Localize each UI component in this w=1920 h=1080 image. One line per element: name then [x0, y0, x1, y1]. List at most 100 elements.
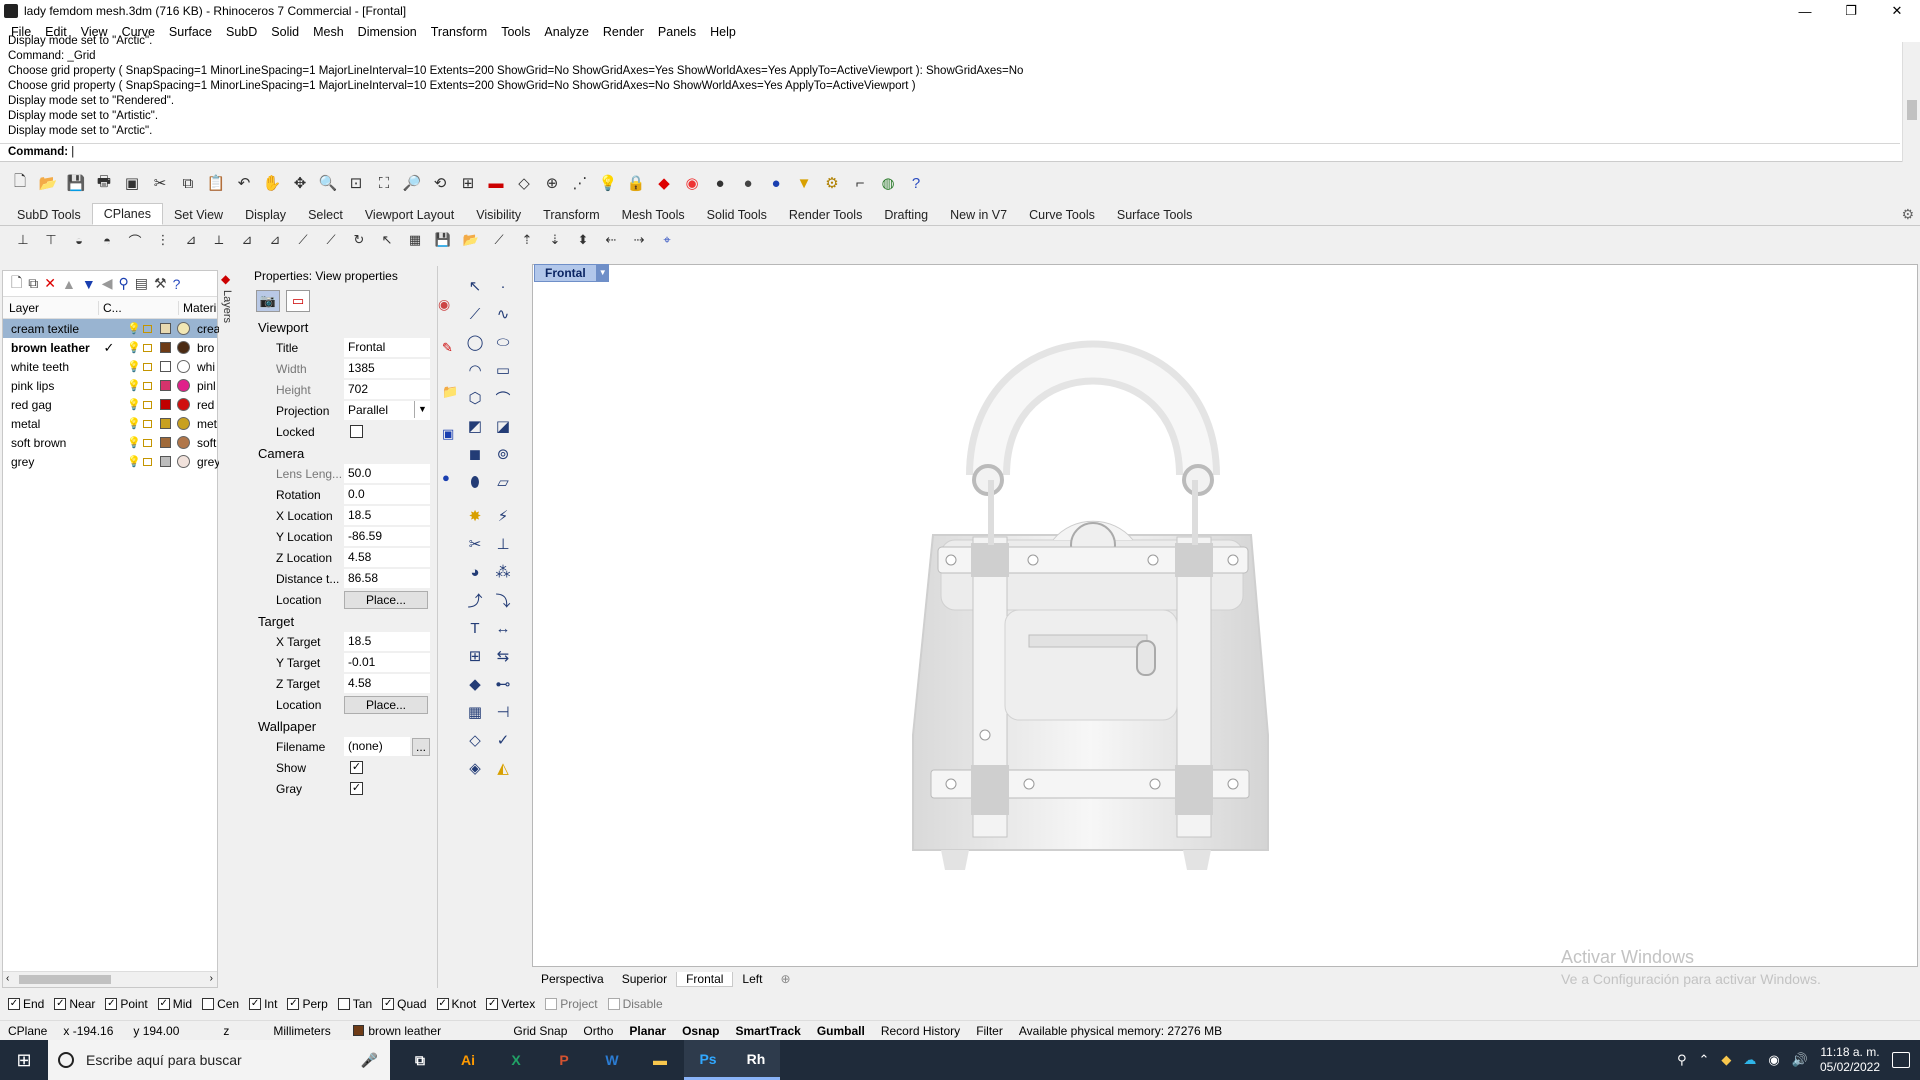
- layer-name[interactable]: brown leather: [3, 341, 99, 355]
- osnap-checkbox[interactable]: ✓: [8, 998, 20, 1010]
- osnap-project[interactable]: Project: [545, 997, 598, 1011]
- light-bulb-icon[interactable]: 💡: [127, 379, 141, 392]
- osnap-checkbox[interactable]: ✓: [105, 998, 118, 1010]
- material-ball-icon[interactable]: [177, 322, 190, 335]
- handbag-model[interactable]: [533, 265, 1917, 966]
- osnap-checkbox[interactable]: ✓: [157, 998, 170, 1010]
- filter-toggle[interactable]: Filter: [968, 1024, 1011, 1038]
- tab-display[interactable]: Display: [234, 205, 297, 225]
- grid-array-icon[interactable]: ▦: [463, 700, 487, 724]
- unlock-icon[interactable]: [143, 401, 152, 409]
- layer-row[interactable]: grey 💡 grey: [3, 452, 219, 471]
- move-parent-icon[interactable]: ◀: [102, 275, 113, 292]
- layer-name[interactable]: cream textile: [3, 322, 99, 336]
- paste-icon[interactable]: 📋: [204, 171, 228, 195]
- place-camera-button[interactable]: Place...: [344, 590, 428, 609]
- light-bulb-icon[interactable]: 💡: [127, 341, 141, 354]
- layer-name[interactable]: pink lips: [3, 379, 99, 393]
- add-viewport-icon[interactable]: ⊕: [771, 972, 799, 986]
- explode-icon[interactable]: ✸: [463, 504, 487, 528]
- osnap-toggle[interactable]: Osnap: [674, 1024, 727, 1038]
- cut-icon[interactable]: ✂: [148, 171, 172, 195]
- cplane-save-icon[interactable]: 💾: [430, 229, 456, 251]
- excel-icon[interactable]: X: [492, 1040, 540, 1080]
- shade-icon[interactable]: ◈: [463, 756, 487, 780]
- osnap-cen[interactable]: Cen: [202, 997, 239, 1011]
- globe-icon[interactable]: ◍: [876, 171, 900, 195]
- osnap-checkbox[interactable]: ✓: [249, 998, 262, 1010]
- osnap-checkbox[interactable]: ✓: [436, 998, 449, 1010]
- material-ball-icon[interactable]: [177, 341, 190, 354]
- z-location-field[interactable]: 4.58: [344, 548, 430, 567]
- speaker-icon[interactable]: 🔊: [1792, 1052, 1808, 1068]
- planar-toggle[interactable]: Planar: [621, 1024, 674, 1038]
- tools-icon[interactable]: ⚒: [154, 275, 167, 292]
- material-ball-icon[interactable]: [177, 436, 190, 449]
- viewport-title-tab[interactable]: Frontal ▼: [534, 264, 609, 282]
- layer-color-swatch[interactable]: [160, 342, 171, 353]
- unlock-icon[interactable]: [143, 363, 152, 371]
- layer-row[interactable]: brown leather ✓ 💡 bro: [3, 338, 217, 357]
- pan-hand-icon[interactable]: ✋: [260, 171, 284, 195]
- notification-icon[interactable]: [1892, 1052, 1910, 1068]
- light-bulb-icon[interactable]: 💡: [596, 171, 620, 195]
- osnap-checkbox[interactable]: ✓: [54, 998, 67, 1010]
- cplane-top-icon[interactable]: ⊥: [10, 229, 36, 251]
- viewport-tab-left[interactable]: Left: [733, 972, 771, 986]
- cplane-3points-icon[interactable]: ⋮: [150, 229, 176, 251]
- array-icon[interactable]: ⊞: [463, 644, 487, 668]
- word-icon[interactable]: W: [588, 1040, 636, 1080]
- cplane-origin-icon[interactable]: ⊤: [38, 229, 64, 251]
- cplane-back-icon[interactable]: ⇠: [598, 229, 624, 251]
- layer-color-swatch[interactable]: [160, 380, 171, 391]
- osnap-checkbox[interactable]: [607, 998, 620, 1010]
- layer-color-swatch[interactable]: [160, 456, 171, 467]
- osnap-checkbox[interactable]: ✓: [382, 998, 395, 1010]
- polyline-icon[interactable]: ⟋: [463, 302, 487, 326]
- group-icon[interactable]: ◕: [463, 560, 487, 584]
- illustrator-icon[interactable]: Ai: [444, 1040, 492, 1080]
- ungroup-icon[interactable]: ⁂: [491, 560, 515, 584]
- scrollbar-thumb[interactable]: [19, 975, 111, 984]
- layer-name[interactable]: grey: [3, 455, 99, 469]
- layer-name[interactable]: red gag: [3, 398, 99, 412]
- gray-checkbox[interactable]: ✓: [350, 782, 363, 795]
- zoom-window-icon[interactable]: ⊡: [344, 171, 368, 195]
- locked-checkbox[interactable]: [350, 425, 363, 438]
- layer-stack-icon[interactable]: ◆: [652, 171, 676, 195]
- undo-view-icon[interactable]: ⟲: [428, 171, 452, 195]
- layer-row[interactable]: soft brown 💡 soft: [3, 433, 217, 452]
- plane-surface-icon[interactable]: ▱: [491, 470, 515, 494]
- extrude-surface-icon[interactable]: ◪: [491, 414, 515, 438]
- osnap-checkbox[interactable]: [202, 998, 215, 1010]
- material-ball-icon[interactable]: [177, 360, 190, 373]
- light-bulb-icon[interactable]: 💡: [127, 417, 141, 430]
- rotate-view-icon[interactable]: ✥: [288, 171, 312, 195]
- curve-on-surface-icon[interactable]: ⤴: [463, 588, 487, 612]
- tab-surface-tools[interactable]: Surface Tools: [1106, 205, 1204, 225]
- save-icon[interactable]: 💾: [64, 171, 88, 195]
- projection-select[interactable]: Parallel ▼: [344, 401, 430, 420]
- rebuild-icon[interactable]: ⤵: [491, 588, 515, 612]
- windows-start-icon[interactable]: ⊞: [0, 1040, 48, 1080]
- help-icon[interactable]: ?: [173, 276, 181, 292]
- y-target-field[interactable]: -0.01: [344, 653, 430, 672]
- rotation-field[interactable]: 0.0: [344, 485, 430, 504]
- units-status[interactable]: Millimeters: [265, 1024, 345, 1038]
- environment-sphere-icon[interactable]: ●: [764, 171, 788, 195]
- tab-select[interactable]: Select: [297, 205, 354, 225]
- tab-settings-gear-icon[interactable]: ⚙: [1901, 206, 1914, 223]
- trim-icon[interactable]: ✂: [463, 532, 487, 556]
- osnap-quad[interactable]: ✓ Quad: [382, 997, 427, 1011]
- zoom-selected-icon[interactable]: 🔎: [400, 171, 424, 195]
- material-ball-icon[interactable]: [177, 398, 190, 411]
- history-icon[interactable]: ⊣: [491, 700, 515, 724]
- light-bulb-icon[interactable]: 💡: [127, 398, 141, 411]
- polygon-icon[interactable]: ⬡: [463, 386, 487, 410]
- layer-row[interactable]: metal 💡 met: [3, 414, 217, 433]
- frontal-viewport[interactable]: [532, 264, 1918, 967]
- layer-name[interactable]: soft brown: [3, 436, 99, 450]
- cplane-previous-icon[interactable]: ↖: [374, 229, 400, 251]
- height-field[interactable]: 702: [344, 380, 430, 399]
- scrollbar-thumb[interactable]: [1907, 100, 1917, 120]
